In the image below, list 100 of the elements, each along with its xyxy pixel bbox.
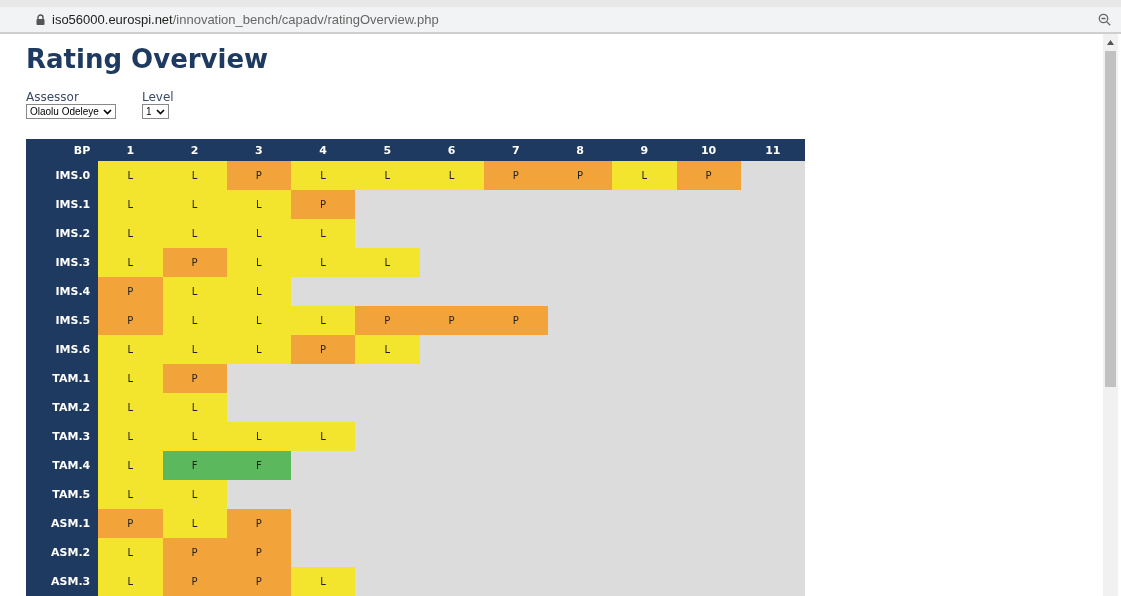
rating-cell: L — [355, 248, 420, 277]
rating-cell: L — [612, 161, 677, 190]
rating-cell: L — [291, 219, 356, 248]
row-header: TAM.2 — [26, 393, 99, 422]
filter-label: Level — [141, 90, 174, 104]
rating-cell: L — [98, 364, 163, 393]
rating-cell: P — [419, 306, 484, 335]
column-header: 3 — [254, 142, 264, 159]
rating-cell: L — [419, 161, 484, 190]
row-header: IMS.3 — [26, 248, 99, 277]
rating-cell: L — [98, 248, 163, 277]
row-header: IMS.6 — [26, 335, 99, 364]
rating-cell: P — [548, 161, 613, 190]
rating-cell: L — [291, 161, 356, 190]
row-header: TAM.5 — [26, 480, 99, 509]
rating-cell: P — [226, 509, 291, 538]
rating-cell: P — [676, 161, 741, 190]
rating-cell: L — [162, 509, 227, 538]
scrollbar-thumb[interactable] — [1105, 51, 1116, 387]
rating-cell: L — [355, 161, 420, 190]
address-bar[interactable]: iso56000.eurospi.net/innovation_bench/capadv/ratingOverview.php — [0, 0, 1121, 34]
rating-cell: L — [98, 161, 163, 190]
rating-cell: L — [355, 335, 420, 364]
rating-cell: L — [291, 422, 356, 451]
row-header: TAM.1 — [26, 364, 99, 393]
rating-cell: P — [291, 190, 356, 219]
rating-cell: L — [162, 335, 227, 364]
rating-cell: F — [226, 451, 291, 480]
rating-cell: L — [162, 161, 227, 190]
rating-cell: L — [98, 219, 163, 248]
scroll-up-icon[interactable] — [1107, 40, 1114, 45]
row-header: TAM.4 — [26, 451, 99, 480]
row-header: IMS.2 — [26, 219, 99, 248]
rating-cell: L — [226, 422, 291, 451]
rating-cell: P — [162, 364, 227, 393]
rating-cell: L — [98, 190, 163, 219]
column-header: 2 — [189, 142, 200, 159]
rating-cell: L — [162, 219, 227, 248]
rating-cell: P — [98, 509, 163, 538]
rating-cell: L — [162, 480, 227, 509]
rating-cell: L — [98, 480, 163, 509]
column-header: 5 — [382, 142, 393, 159]
rating-cell: L — [226, 277, 291, 306]
row-header: ASM.1 — [26, 509, 99, 538]
row-header: TAM.3 — [26, 422, 99, 451]
rating-cell: L — [98, 451, 163, 480]
rating-cell: F — [162, 451, 227, 480]
rating-cell: L — [98, 335, 163, 364]
rating-cell: L — [98, 567, 163, 596]
rating-cell: L — [162, 306, 227, 335]
rating-cell: L — [162, 422, 227, 451]
row-header: ASM.2 — [26, 538, 99, 567]
page-title: Rating Overview — [26, 43, 270, 75]
row-header: IMS.5 — [26, 306, 99, 335]
chevron-icon — [102, 108, 112, 115]
column-header: 6 — [446, 142, 457, 159]
rating-cell: L — [162, 277, 227, 306]
rating-cell: L — [226, 219, 291, 248]
column-header: 11 — [764, 142, 782, 159]
column-header: 7 — [511, 142, 521, 159]
scrollbar[interactable] — [1103, 34, 1118, 596]
filter-label: Assessor — [26, 90, 80, 104]
chevron-icon — [155, 108, 165, 115]
rating-cell: L — [226, 190, 291, 219]
rating-cell: P — [355, 306, 420, 335]
row-header: IMS.1 — [26, 190, 99, 219]
rating-cell: P — [483, 161, 548, 190]
rating-cell: L — [162, 393, 227, 422]
rating-cell: L — [226, 335, 291, 364]
dropdown[interactable]: Olaolu Odeleye — [26, 104, 116, 119]
column-header: 4 — [318, 142, 328, 159]
rating-cell: P — [162, 567, 227, 596]
rating-cell: P — [483, 306, 548, 335]
dropdown[interactable]: 1 — [141, 104, 169, 119]
rating-cell: L — [226, 306, 291, 335]
rating-cell: P — [162, 538, 227, 567]
rating-cell: L — [98, 393, 163, 422]
row-header: IMS.4 — [26, 277, 99, 306]
row-header: ASM.3 — [26, 567, 99, 596]
rating-cell: L — [291, 248, 356, 277]
rating-cell: L — [162, 190, 227, 219]
rating-cell: L — [98, 422, 163, 451]
column-header: 1 — [125, 142, 136, 159]
rating-cell: P — [291, 335, 356, 364]
rating-cell: L — [226, 248, 291, 277]
zoom-icon[interactable] — [1098, 13, 1111, 26]
url-text: iso56000.eurospi.net/innovation_bench/capadv/ratingOverview.php — [52, 12, 439, 27]
rating-cell: L — [291, 567, 356, 596]
column-header: 8 — [575, 142, 585, 159]
rating-cell: P — [162, 248, 227, 277]
rating-cell: P — [226, 161, 291, 190]
column-header: 9 — [639, 142, 650, 159]
lock-icon — [36, 14, 45, 25]
rating-cell: P — [226, 567, 291, 596]
row-header: IMS.0 — [26, 161, 99, 190]
column-header: BP — [72, 142, 92, 159]
rating-cell: P — [98, 277, 163, 306]
rating-cell: L — [291, 306, 356, 335]
rating-cell: P — [226, 538, 291, 567]
rating-cell: P — [98, 306, 163, 335]
